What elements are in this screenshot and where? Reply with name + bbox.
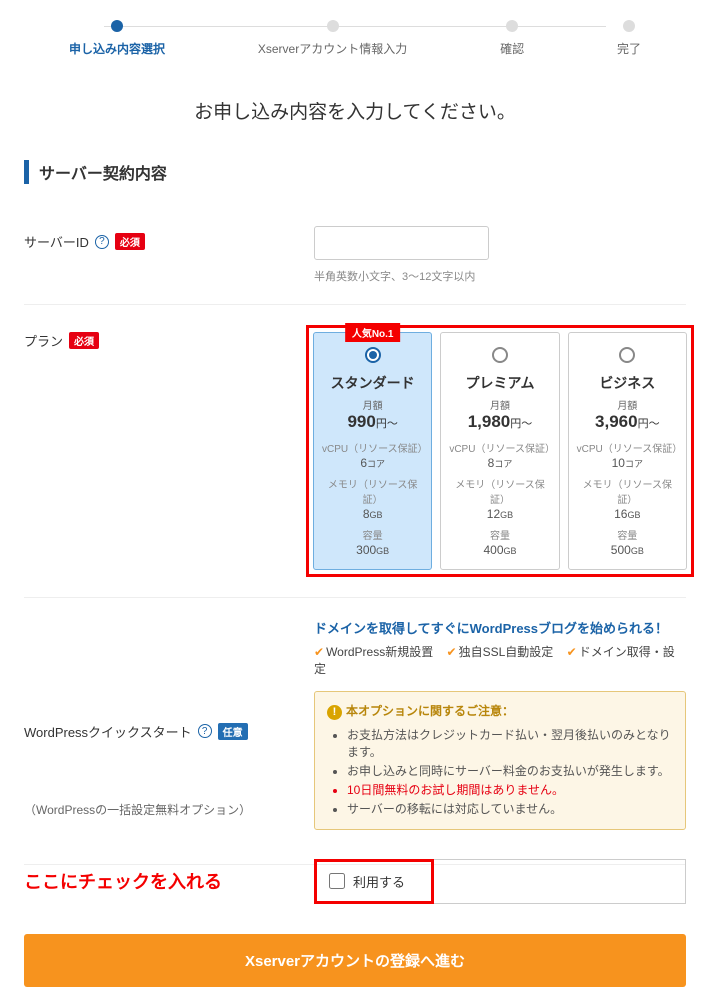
spec-vcpu-val: 8コア xyxy=(449,456,550,470)
plan-price: 3,960円～ xyxy=(577,412,678,432)
plan-price: 990円～ xyxy=(322,412,423,432)
row-plan: プラン 必須 人気No.1 スタンダード 月額 990円～ vCPU（リソース保… xyxy=(24,305,686,598)
spec-vcpu-label: vCPU（リソース保証） xyxy=(322,440,423,455)
step-4: 完了 xyxy=(617,20,641,57)
step-dot-icon xyxy=(327,20,339,32)
spec-vcpu-val: 10コア xyxy=(577,456,678,470)
plan-label: プラン xyxy=(24,331,63,350)
popular-badge: 人気No.1 xyxy=(345,323,401,342)
server-id-input[interactable] xyxy=(314,226,489,260)
check-icon: ✔ xyxy=(567,645,577,659)
plan-name: プレミアム xyxy=(449,373,550,393)
step-label: 申し込み内容選択 xyxy=(69,40,165,57)
spec-mem-val: 12GB xyxy=(449,507,550,521)
plan-monthly-label: 月額 xyxy=(322,397,423,412)
spec-mem-val: 8GB xyxy=(322,507,423,521)
section-header: サーバー契約内容 xyxy=(24,160,686,184)
spec-mem-label: メモリ（リソース保証） xyxy=(322,476,423,506)
required-badge: 必須 xyxy=(69,332,99,349)
spec-cap-val: 400GB xyxy=(449,543,550,557)
spec-cap-val: 500GB xyxy=(577,543,678,557)
plan-card-business[interactable]: ビジネス 月額 3,960円～ vCPU（リソース保証） 10コア メモリ（リソ… xyxy=(568,332,687,570)
plan-monthly-label: 月額 xyxy=(449,397,550,412)
optional-badge: 任意 xyxy=(218,723,248,740)
spec-cap-val: 300GB xyxy=(322,543,423,557)
wp-use-checkbox[interactable] xyxy=(329,873,345,889)
row-server-id: サーバーID ? 必須 半角英数小文字、3～12文字以内 xyxy=(24,206,686,305)
spec-mem-label: メモリ（リソース保証） xyxy=(577,476,678,506)
spec-vcpu-label: vCPU（リソース保証） xyxy=(449,440,550,455)
notice-item-warn: 10日間無料のお試し期間はありません。 xyxy=(347,781,673,798)
step-label: Xserverアカウント情報入力 xyxy=(258,40,407,57)
help-icon[interactable]: ? xyxy=(95,235,109,249)
wp-checkbox-label: 利用する xyxy=(353,872,405,891)
required-badge: 必須 xyxy=(115,233,145,250)
plan-price: 1,980円～ xyxy=(449,412,550,432)
radio-icon xyxy=(365,347,381,363)
step-3: 確認 xyxy=(500,20,524,57)
server-id-label: サーバーID xyxy=(24,232,89,251)
notice-item: お支払方法はクレジットカード払い・翌月後払いのみとなります。 xyxy=(347,726,673,760)
annotation-text: ここにチェックを入れる xyxy=(24,868,314,894)
warning-icon: ! xyxy=(327,705,342,720)
spec-cap-label: 容量 xyxy=(322,527,423,542)
spec-cap-label: 容量 xyxy=(577,527,678,542)
step-dot-icon xyxy=(506,20,518,32)
check-icon: ✔ xyxy=(314,645,324,659)
notice-head: !本オプションに関するご注意： xyxy=(327,702,673,720)
step-1: 申し込み内容選択 xyxy=(69,20,165,57)
checkbox-row-extend xyxy=(434,859,686,904)
submit-button[interactable]: Xserverアカウントの登録へ進む xyxy=(24,934,686,987)
spec-vcpu-label: vCPU（リソース保証） xyxy=(577,440,678,455)
wp-features: ✔WordPress新規設置 ✔独自SSL自動設定 ✔ドメイン取得・設定 xyxy=(314,643,686,677)
stepper: 申し込み内容選択 Xserverアカウント情報入力 確認 完了 xyxy=(24,20,686,57)
checkbox-highlight: 利用する xyxy=(314,859,434,904)
spec-mem-label: メモリ（リソース保証） xyxy=(449,476,550,506)
plan-highlight: 人気No.1 スタンダード 月額 990円～ vCPU（リソース保証） 6コア … xyxy=(306,325,694,577)
notice-item: お申し込みと同時にサーバー料金のお支払いが発生します。 xyxy=(347,762,673,779)
wp-lead: ドメインを取得してすぐにWordPressブログを始められる！ xyxy=(314,618,686,637)
wp-sublabel: （WordPressの一括設定無料オプション） xyxy=(24,801,314,818)
row-wp-quickstart: WordPressクイックスタート ? 任意 （WordPressの一括設定無料… xyxy=(24,598,686,865)
step-label: 完了 xyxy=(617,40,641,57)
plan-card-standard[interactable]: 人気No.1 スタンダード 月額 990円～ vCPU（リソース保証） 6コア … xyxy=(313,332,432,570)
wp-label: WordPressクイックスタート xyxy=(24,722,192,741)
radio-icon xyxy=(492,347,508,363)
check-icon: ✔ xyxy=(447,645,457,659)
notice-item: サーバーの移転には対応していません。 xyxy=(347,800,673,817)
radio-icon xyxy=(619,347,635,363)
step-dot-icon xyxy=(111,20,123,32)
spec-vcpu-val: 6コア xyxy=(322,456,423,470)
server-id-hint: 半角英数小文字、3～12文字以内 xyxy=(314,268,686,284)
plan-name: ビジネス xyxy=(577,373,678,393)
page-title: お申し込み内容を入力してください。 xyxy=(24,97,686,124)
help-icon[interactable]: ? xyxy=(198,724,212,738)
plan-name: スタンダード xyxy=(322,373,423,393)
step-dot-icon xyxy=(623,20,635,32)
spec-cap-label: 容量 xyxy=(449,527,550,542)
plan-card-premium[interactable]: プレミアム 月額 1,980円～ vCPU（リソース保証） 8コア メモリ（リソ… xyxy=(440,332,559,570)
notice-box: !本オプションに関するご注意： お支払方法はクレジットカード払い・翌月後払いのみ… xyxy=(314,691,686,830)
step-label: 確認 xyxy=(500,40,524,57)
step-2: Xserverアカウント情報入力 xyxy=(258,20,407,57)
plan-monthly-label: 月額 xyxy=(577,397,678,412)
spec-mem-val: 16GB xyxy=(577,507,678,521)
